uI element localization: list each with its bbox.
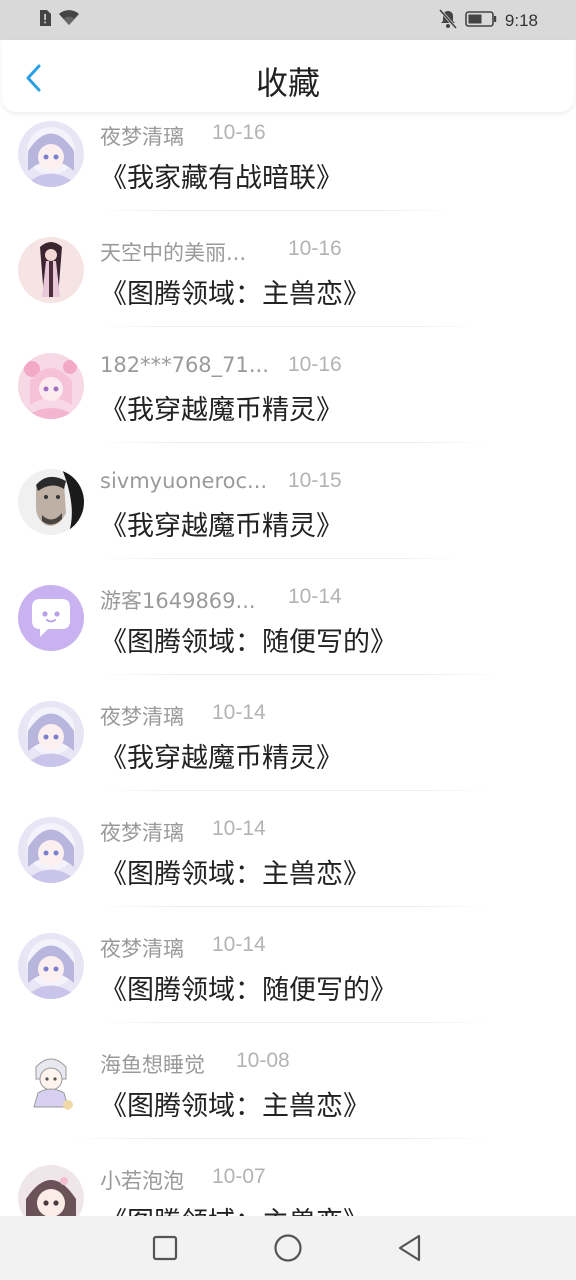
divider — [100, 1022, 490, 1023]
username: 夜梦清璃 — [100, 125, 184, 149]
book-title[interactable]: 《图腾领域：主兽恋》 — [100, 852, 370, 891]
page-title: 收藏 — [255, 64, 320, 102]
date: 10-16 — [212, 121, 266, 144]
wifi-icon — [58, 9, 80, 31]
book-title[interactable]: 《我穿越魔币精灵》 — [100, 388, 343, 427]
date: 10-07 — [212, 1165, 266, 1188]
list-item[interactable]: 夜梦清璃 10-14 《图腾领域：随便写的》 — [0, 924, 576, 1040]
list-item[interactable]: 夜梦清璃 10-16 《我家藏有战暗联》 — [0, 112, 576, 228]
battery-icon — [465, 11, 497, 31]
divider — [70, 1138, 490, 1139]
back-nav-button[interactable] — [394, 1232, 426, 1264]
username: 夜梦清璃 — [100, 937, 184, 961]
username: 海鱼想睡觉 — [100, 1053, 205, 1077]
divider — [100, 906, 490, 907]
bell-muted-icon — [438, 9, 458, 33]
username: 游客1649869... — [100, 589, 256, 613]
list-item[interactable]: 小若泡泡 10-07 《图腾领域：主兽恋》 — [0, 1156, 576, 1216]
list-item[interactable]: 夜梦清璃 10-14 《图腾领域：主兽恋》 — [0, 808, 576, 924]
avatar[interactable] — [18, 353, 84, 419]
book-title[interactable]: 《我家藏有战暗联》 — [100, 156, 343, 195]
book-title[interactable]: 《图腾领域：随便写的》 — [100, 968, 397, 1007]
avatar[interactable] — [18, 237, 84, 303]
date: 10-16 — [288, 353, 342, 376]
divider — [100, 674, 500, 675]
list-item[interactable]: 182***768_71... 10-16 《我穿越魔币精灵》 — [0, 344, 576, 460]
book-title[interactable]: 《我穿越魔币精灵》 — [100, 504, 343, 543]
divider — [100, 790, 490, 791]
username: sivmyuoneroc... — [100, 469, 268, 493]
avatar[interactable] — [18, 469, 84, 535]
list-item[interactable]: 夜梦清璃 10-14 《我穿越魔币精灵》 — [0, 692, 576, 808]
book-title[interactable]: 《图腾领域：主兽恋》 — [100, 272, 370, 311]
date: 10-08 — [236, 1049, 290, 1072]
avatar[interactable] — [18, 817, 84, 883]
divider — [100, 210, 450, 211]
avatar[interactable] — [18, 701, 84, 767]
username: 天空中的美丽... — [100, 241, 247, 265]
home-icon — [274, 1234, 302, 1262]
system-nav-bar — [0, 1216, 576, 1280]
back-triangle-icon — [398, 1234, 421, 1262]
username: 夜梦清璃 — [100, 705, 184, 729]
username: 182***768_71... — [100, 353, 269, 377]
date: 10-14 — [212, 701, 266, 724]
divider — [100, 558, 460, 559]
book-title[interactable]: 《图腾领域：主兽恋》 — [100, 1084, 370, 1123]
divider — [100, 326, 480, 327]
date: 10-14 — [288, 585, 342, 608]
list-item[interactable]: 天空中的美丽... 10-16 《图腾领域：主兽恋》 — [0, 228, 576, 344]
book-title[interactable]: 《图腾领域：主兽恋》 — [100, 1200, 370, 1216]
favorites-list: 夜梦清璃 10-16 《我家藏有战暗联》 天空中的美丽... 10-16 《图腾… — [0, 112, 576, 1216]
recent-apps-button[interactable] — [149, 1232, 181, 1264]
book-title[interactable]: 《我穿越魔币精灵》 — [100, 736, 343, 775]
date: 10-14 — [212, 817, 266, 840]
avatar[interactable] — [18, 585, 84, 651]
book-title[interactable]: 《图腾领域：随便写的》 — [100, 620, 397, 659]
avatar[interactable] — [18, 1049, 84, 1115]
date: 10-14 — [212, 933, 266, 956]
username: 夜梦清璃 — [100, 821, 184, 845]
status-bar: 9:18 — [0, 0, 576, 40]
status-time: 9:18 — [504, 11, 538, 30]
username: 小若泡泡 — [100, 1169, 184, 1193]
list-item[interactable]: sivmyuoneroc... 10-15 《我穿越魔币精灵》 — [0, 460, 576, 576]
date: 10-16 — [288, 237, 342, 260]
avatar[interactable] — [18, 933, 84, 999]
recent-apps-icon — [152, 1235, 178, 1261]
avatar[interactable] — [18, 1165, 84, 1216]
favorites-screen: 9:18 收藏 夜梦清璃 10-16 《我家藏有战暗联》 天空中的美丽... 1… — [0, 0, 576, 1280]
app-header: 收藏 — [2, 40, 574, 112]
list-item[interactable]: 海鱼想睡觉 10-08 《图腾领域：主兽恋》 — [0, 1040, 576, 1156]
alert-sim-icon — [38, 9, 52, 31]
home-button[interactable] — [272, 1232, 304, 1264]
divider — [100, 442, 490, 443]
avatar[interactable] — [18, 121, 84, 187]
list-item[interactable]: 游客1649869... 10-14 《图腾领域：随便写的》 — [0, 576, 576, 692]
date: 10-15 — [288, 469, 342, 492]
